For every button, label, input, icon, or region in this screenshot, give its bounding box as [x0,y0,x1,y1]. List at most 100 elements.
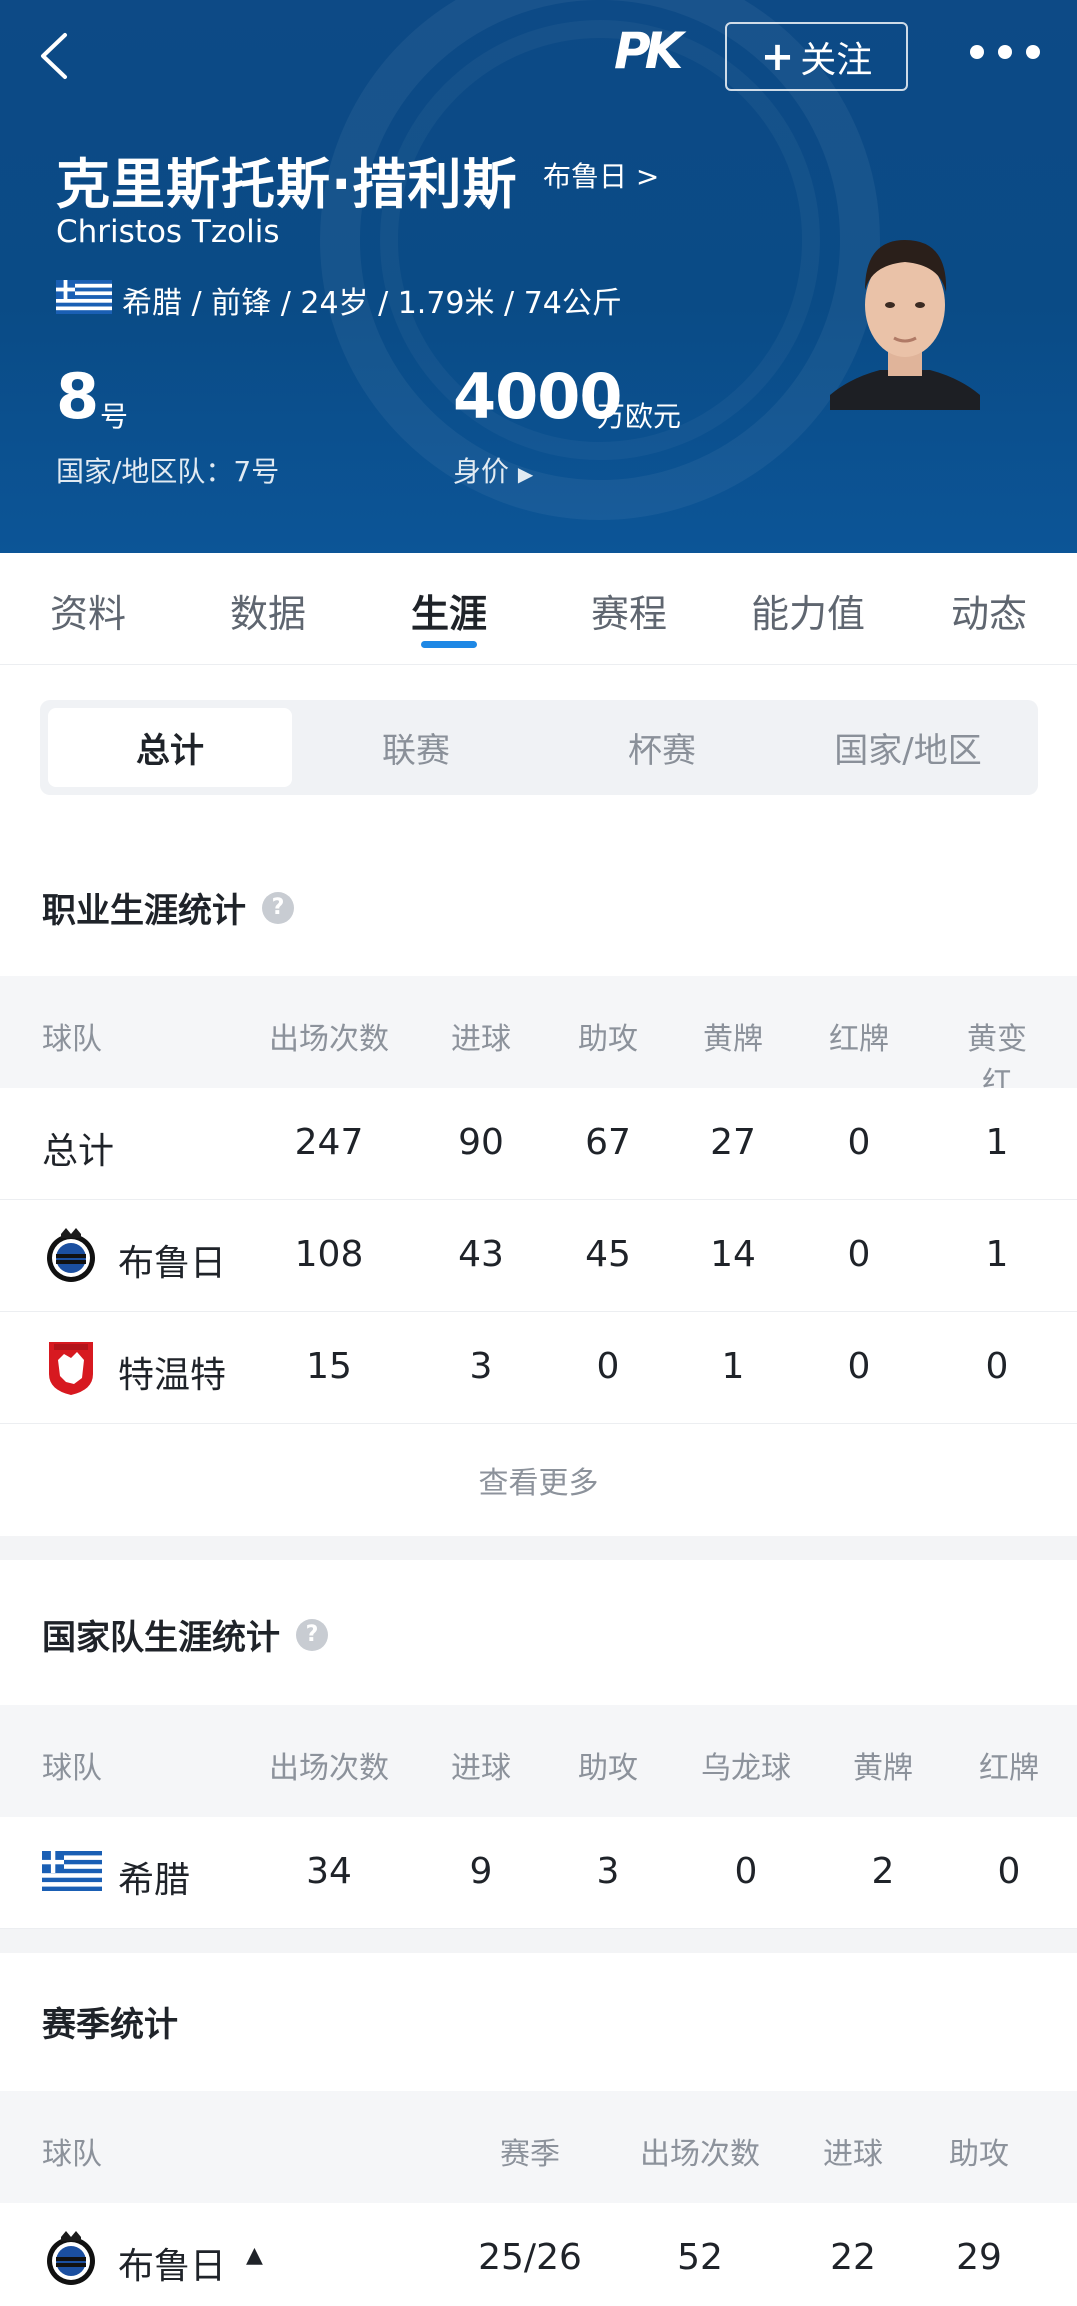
cell-goals: 22 [830,2237,876,2278]
greece-flag-icon [56,280,112,314]
player-avatar [830,240,980,410]
col-own-goals: 乌龙球 [701,1751,791,1786]
help-icon[interactable]: ? [296,1618,328,1651]
cell-red: 0 [847,1122,871,1163]
team-name: 布鲁日 [118,2246,227,2287]
caret-up-icon[interactable]: ▲ [246,2243,263,2268]
market-value-label: 身价 [453,455,510,488]
club-brugge-logo-icon [47,1228,95,1282]
col-assists: 助攻 [949,2137,1009,2172]
table-row[interactable]: 特温特 15 3 0 1 0 0 [0,1312,1077,1424]
player-name-cn: 克里斯托斯·措利斯 [56,153,518,216]
team-name: 总计 [42,1131,115,1172]
market-value-link[interactable]: 身价 ▶ [453,450,533,490]
cell-red: 0 [847,1234,871,1275]
cell-goals: 9 [469,1851,493,1892]
cell-yellow: 27 [710,1122,756,1163]
follow-button[interactable]: + 关注 [725,22,908,91]
plus-icon: + [760,33,795,80]
col-season: 赛季 [500,2137,560,2172]
player-header: PK + 关注 克里斯托斯·措利斯 布鲁日 > Christos Tzolis … [0,0,1077,553]
cell-goals: 3 [469,1346,493,1387]
tab-ability[interactable]: 能力值 [751,583,865,638]
section-divider [0,1536,1077,1560]
cell-assists: 29 [956,2237,1002,2278]
segment-total[interactable]: 总计 [48,708,292,787]
cell-apps: 52 [677,2237,723,2278]
help-icon[interactable]: ? [262,891,294,924]
cell-own-goals: 0 [734,1851,758,1892]
col-assists: 助攻 [578,1751,638,1786]
pk-logo: PK [614,22,683,80]
club-brugge-logo-icon [47,2231,95,2285]
col-team: 球队 [42,1751,102,1786]
col-goals: 进球 [451,1022,511,1057]
national-team-number: 国家/地区队：7号 [56,455,280,488]
cell-goals: 43 [458,1234,504,1275]
national-section-title: 国家队生涯统计 ? [42,1610,328,1659]
tab-schedule[interactable]: 赛程 [591,583,667,638]
cell-yellow: 2 [871,1851,895,1892]
career-content: 总计 联赛 杯赛 国家/地区 职业生涯统计 ? 球队 出场次数 进球 助攻 黄牌… [0,665,1077,2306]
col-red: 红牌 [829,1022,889,1057]
back-icon[interactable] [30,28,78,84]
club-link[interactable]: 布鲁日 > [543,155,659,195]
shirt-number-unit: 号 [100,400,129,433]
season-table-header: 球队 赛季 出场次数 进球 助攻 [0,2091,1077,2203]
shirt-number: 8 [56,360,100,433]
table-row[interactable]: 布鲁日 108 43 45 14 0 1 [0,1200,1077,1312]
col-team: 球队 [42,2137,102,2172]
cell-assists: 67 [585,1122,631,1163]
col-yellow: 黄牌 [853,1751,913,1786]
section-divider [0,1929,1077,1953]
col-red: 红牌 [979,1751,1039,1786]
fc-twente-logo-icon [49,1342,93,1395]
cell-yellow-red: 1 [985,1122,1009,1163]
col-team: 球队 [42,1022,102,1057]
caret-right-icon: ▶ [517,462,534,486]
segment-cup[interactable]: 杯赛 [540,708,784,787]
cell-red: 0 [997,1851,1021,1892]
col-goals: 进球 [451,1751,511,1786]
player-name-en: Christos Tzolis [56,214,280,250]
tab-profile[interactable]: 资料 [50,583,126,638]
cell-apps: 34 [306,1851,352,1892]
table-row: 总计 247 90 67 27 0 1 [0,1088,1077,1200]
view-more-button[interactable]: 查看更多 [0,1424,1077,1536]
cell-apps: 15 [306,1346,352,1387]
col-apps: 出场次数 [269,1751,389,1786]
segment-control: 总计 联赛 杯赛 国家/地区 [40,700,1038,795]
cell-season: 25/26 [478,2237,582,2278]
cell-yellow: 1 [721,1346,745,1387]
cell-red: 0 [847,1346,871,1387]
tab-career[interactable]: 生涯 [411,583,487,638]
active-tab-indicator [421,641,477,648]
col-yellow: 黄牌 [703,1022,763,1057]
cell-assists: 3 [596,1851,620,1892]
more-icon[interactable] [970,40,1040,64]
cell-assists: 45 [585,1234,631,1275]
team-name: 布鲁日 [118,1243,227,1284]
table-row[interactable]: 希腊 34 9 3 0 2 0 [0,1817,1077,1929]
col-apps: 出场次数 [640,2137,760,2172]
cell-assists: 0 [596,1346,620,1387]
cell-yellow-red: 1 [985,1234,1009,1275]
table-row[interactable]: 布鲁日 ▲ 25/26 52 22 29 [0,2203,1077,2306]
tab-bar: 资料 数据 生涯 赛程 能力值 动态 [0,553,1077,665]
team-name: 特温特 [118,1355,227,1396]
segment-national[interactable]: 国家/地区 [786,708,1030,787]
season-section-title: 赛季统计 [42,2005,178,2045]
greece-flag-icon [42,1851,102,1891]
market-value-unit: 万欧元 [597,400,682,433]
follow-label: 关注 [800,39,873,81]
segment-league[interactable]: 联赛 [294,708,538,787]
tab-data[interactable]: 数据 [230,583,306,638]
col-assists: 助攻 [578,1022,638,1057]
player-career-page: PK + 关注 克里斯托斯·措利斯 布鲁日 > Christos Tzolis … [0,0,1077,2306]
cell-apps: 247 [294,1122,364,1163]
col-apps: 出场次数 [269,1022,389,1057]
career-table-header: 球队 出场次数 进球 助攻 黄牌 红牌 黄变红 [0,976,1077,1101]
tab-news[interactable]: 动态 [951,583,1027,638]
cell-goals: 90 [458,1122,504,1163]
cell-yellow: 14 [710,1234,756,1275]
